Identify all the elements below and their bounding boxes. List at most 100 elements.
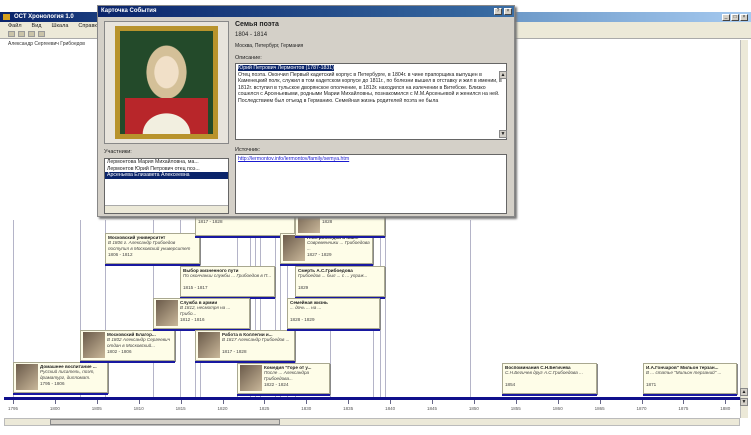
axis-tick (306, 400, 308, 404)
axis-tick-label: 1835 (343, 406, 354, 411)
desc-scroll-down[interactable]: ▼ (499, 130, 507, 138)
timeline-event[interactable]: Выбор жизненного пути По окончании службы… (180, 266, 275, 297)
dialog-titlebar: Карточка События (98, 6, 514, 17)
event-thumbnail (156, 300, 178, 326)
axis-tick-label: 1865 (594, 406, 605, 411)
help-button[interactable]: ? (494, 8, 502, 15)
axis-tick (264, 400, 266, 404)
event-dates: 1815 - 1817 (183, 285, 208, 291)
tree-item-person[interactable]: Александр Сергеевич Грибоедов (8, 41, 85, 47)
axis-tick (599, 400, 601, 404)
dialog-close-button[interactable]: × (504, 8, 512, 15)
axis-tick (557, 400, 559, 404)
menu-view[interactable]: Вид (32, 23, 42, 29)
event-duration-bar (80, 361, 175, 363)
event-duration-bar (13, 393, 108, 395)
event-dates: 1854 (505, 382, 516, 388)
event-thumbnail (16, 364, 38, 390)
timeline-event[interactable]: И.А.Гончаров" Мильон терзан... В ... стат… (643, 363, 737, 394)
axis-tick-label: 1845 (426, 406, 438, 411)
timeline-event[interactable]: Семейная жизнь... дочь ... на ... 1828 - … (287, 298, 380, 329)
event-dates: 1804 - 1814 (235, 32, 268, 38)
event-dates: 1829 (298, 285, 309, 291)
close-button[interactable]: × (740, 14, 748, 21)
event-duration-bar (237, 394, 330, 396)
event-dates: 1806 - 1812 (108, 252, 133, 258)
event-summary: В 1812, несмотря на ... Грибо... (180, 305, 231, 316)
axis-tick-label: 1825 (259, 406, 270, 411)
description-textarea[interactable]: Юрий Петрович Лермонтов (1787-1831) Отец… (235, 63, 507, 140)
event-summary: В 1817 Александр Грибоедов ... (222, 337, 290, 343)
axis-tick-label: 1805 (91, 406, 102, 411)
timeline-event[interactable]: Служба в армии В 1812, несмотря на ... Гр… (153, 298, 250, 329)
event-duration-bar (643, 394, 737, 396)
description-first-line: Юрий Петрович Лермонтов (1787-1831) (238, 65, 334, 71)
event-summary: После ... Александра Грибоедова... (264, 370, 310, 381)
timeline-event[interactable]: Воспоминания С.Н.Бегичева С.Н.Бегичев дру… (502, 363, 597, 394)
event-summary: Русский писатель, поэт, драматург, дипло… (40, 369, 95, 380)
sources-label: Источник: (235, 147, 261, 153)
timeline-event[interactable]: Смерть А.С.Грибоедова Грибоедов ... был .… (295, 266, 385, 297)
maximize-button[interactable]: □ (731, 14, 739, 21)
desc-scroll-up[interactable]: ▲ (499, 71, 507, 79)
axis-tick (180, 400, 182, 404)
event-duration-bar (502, 394, 597, 396)
save-icon[interactable] (18, 31, 25, 37)
event-summary: В ... статье "Мильон терзаний" ... (646, 370, 722, 376)
axis-tick-label: 1860 (552, 406, 563, 411)
menu-file[interactable]: Файл (8, 23, 22, 29)
timeline-event[interactable]: Комедия "Горе от у... После ... Александр… (237, 363, 330, 394)
timeline-event[interactable]: Домашнее воспитание ... Русский писатель,… (13, 362, 108, 393)
timeline-axis (4, 397, 740, 400)
event-dates: 1871 (646, 382, 657, 388)
timeline-gridline (385, 220, 386, 398)
event-duration-bar (287, 329, 380, 331)
sources-textarea[interactable]: http://lermontov.info/lermontov/family/s… (235, 154, 507, 214)
event-summary: По окончании службы ... Грибоедов в П... (183, 273, 272, 279)
event-summary: ... дочь ... на ... (290, 305, 322, 311)
axis-tick-label: 1800 (49, 406, 60, 411)
axis-tick (390, 400, 392, 404)
axis-tick (641, 400, 643, 404)
scroll-down-button[interactable]: ▼ (740, 398, 748, 406)
event-thumbnail (83, 332, 105, 358)
source-link[interactable]: http://lermontov.info/lermontov/family/s… (238, 156, 349, 162)
event-thumbnail (240, 365, 262, 391)
event-card-dialog: Карточка События ? × Семья поэта 1804 - … (97, 5, 515, 217)
axis-tick (515, 400, 517, 404)
description-label: Описание: (235, 55, 262, 61)
open-icon[interactable] (8, 31, 15, 37)
axis-tick (683, 400, 685, 404)
event-summary: В 1806 г. Александр Грибоедов поступил в… (108, 240, 191, 251)
settings-icon[interactable] (28, 31, 35, 37)
vertical-scrollbar[interactable] (740, 40, 748, 418)
axis-tick-label: 1830 (301, 406, 312, 411)
timeline-gridline (470, 220, 471, 398)
axis-tick (222, 400, 224, 404)
axis-tick (348, 400, 350, 404)
portrait-image (104, 21, 229, 144)
event-duration-bar (295, 236, 385, 238)
timeline-event[interactable]: Московский Благор... В 1802 Александр Сер… (80, 330, 175, 361)
timeline-event[interactable]: Московский университет В 1806 г. Александ… (105, 233, 200, 264)
menu-scale[interactable]: Шкала (51, 23, 68, 29)
members-label: Участники: (104, 149, 132, 155)
list-item[interactable]: Арсеньева Елизавета Алексеевна (105, 172, 228, 179)
event-thumbnail (198, 332, 220, 358)
event-summary: В 1802 Александр Сергеевич отдан в Моско… (107, 337, 170, 348)
timeline-gridline (380, 220, 381, 398)
scroll-up-button[interactable]: ▲ (740, 388, 748, 396)
axis-tick-label: 1810 (133, 406, 144, 411)
minimize-button[interactable]: _ (722, 14, 730, 21)
members-hscrollbar[interactable] (105, 205, 228, 213)
axis-tick-label: 1855 (510, 406, 521, 411)
axis-tick-label: 1815 (175, 406, 186, 411)
axis-tick-label: 1880 (720, 406, 731, 411)
zoom-icon[interactable] (38, 31, 45, 37)
horizontal-scroll-thumb[interactable] (50, 419, 280, 425)
axis-tick (725, 400, 727, 404)
axis-tick-label: 1820 (217, 406, 228, 411)
axis-tick-label: 1875 (678, 406, 689, 411)
axis-tick-label: 1850 (468, 406, 479, 411)
timeline-event[interactable]: Работа в Коллегии и... В 1817 Александр Г… (195, 330, 295, 361)
